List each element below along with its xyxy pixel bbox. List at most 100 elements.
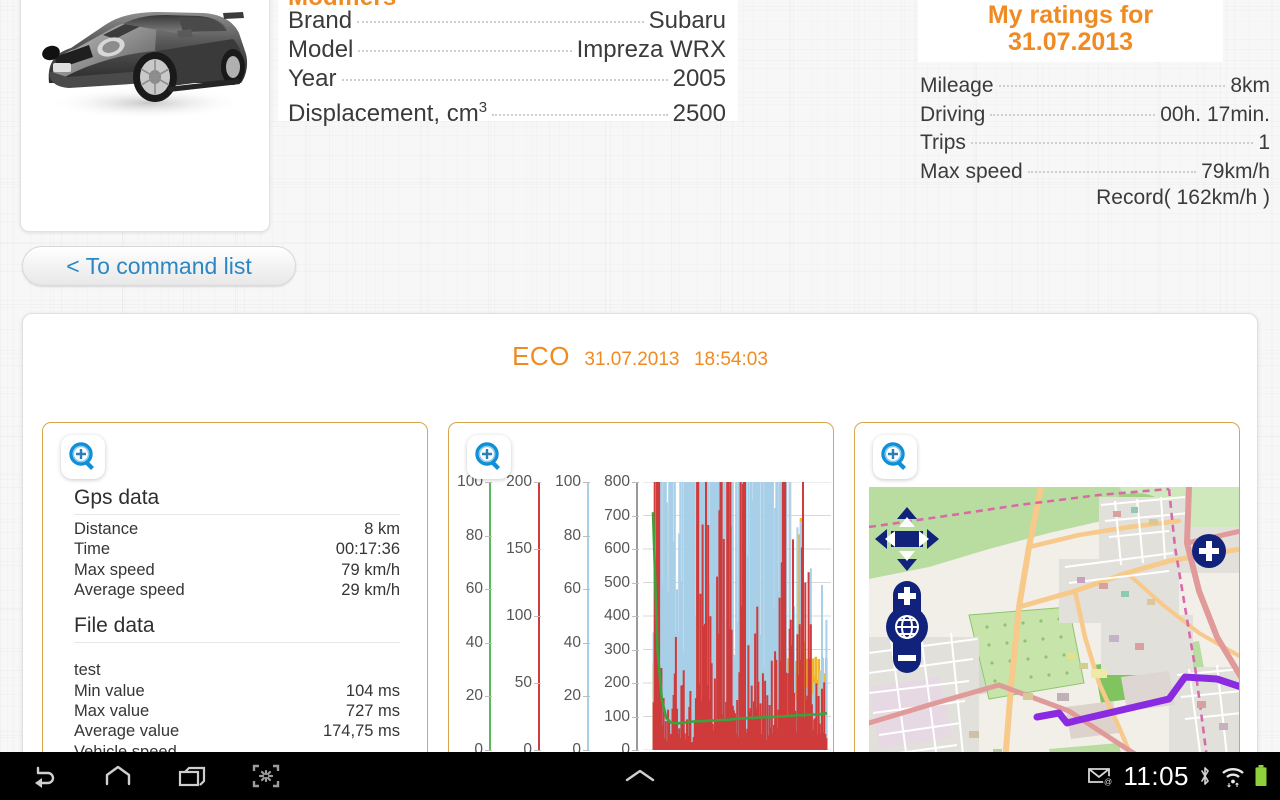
session-date: 31.07.2013 — [584, 349, 680, 370]
leader-dots — [970, 142, 1254, 144]
row-value: 8 km — [364, 520, 400, 538]
axis-tick-mark — [632, 482, 639, 483]
plus-circle-icon — [1192, 534, 1226, 568]
section-title-gps: Gps data — [74, 486, 160, 509]
map-zoom-controls[interactable] — [885, 581, 929, 673]
spec-row-model: Model Impreza WRX — [288, 35, 726, 64]
magnifier-glyph — [475, 442, 500, 470]
panel-chart: 0 20 40 60 80 100 0 50 100 150 200 0 20 40 60 80 100 0… — [448, 422, 834, 772]
magnifier-glyph — [881, 442, 906, 470]
axis-tick-mark — [583, 696, 590, 698]
rating-label: Driving — [920, 102, 986, 126]
map-plus-button[interactable] — [1191, 531, 1231, 571]
spec-row-year: Year 2005 — [288, 64, 726, 93]
home-glyph — [105, 765, 131, 786]
zoom-in-magnifier-icon[interactable] — [61, 435, 105, 479]
section-title-file: File data — [74, 613, 155, 637]
axis-tick-label: 150 — [506, 540, 532, 557]
chart-plot-area — [643, 482, 831, 750]
data-row-min-value: Min value 104 ms — [74, 681, 400, 701]
axis-tick-label: 20 — [563, 687, 581, 705]
leader-dots — [998, 85, 1226, 87]
ratings-list: Mileage 8km Driving 00h. 17min. Trips 1 … — [920, 72, 1270, 186]
rating-value: 00h. 17min. — [1160, 102, 1270, 126]
axis-tick-label: 20 — [465, 687, 483, 705]
spec-value: 2005 — [672, 65, 726, 92]
panel-gps-data: Gps data Distance 8 km Time 00:17:36 Max… — [42, 422, 428, 772]
chart-y-axis-1: 0 20 40 60 80 100 — [449, 473, 492, 758]
axis-tick-mark — [583, 642, 590, 644]
row-value: 727 ms — [345, 702, 400, 721]
axis-tick-label: 50 — [514, 674, 532, 691]
axis-tick-mark — [534, 549, 541, 550]
axis-line — [587, 482, 589, 750]
spec-superscript: 3 — [478, 99, 488, 116]
rating-value: 79km/h — [1201, 159, 1270, 183]
data-list: Gps data Distance 8 km Time 00:17:36 Max… — [74, 486, 400, 772]
chevron-up-icon[interactable] — [618, 759, 662, 793]
home-icon[interactable] — [96, 759, 140, 793]
row-label: Distance — [74, 520, 139, 538]
map-zoom-out-icon — [898, 655, 916, 661]
android-navigation-bar: @ 11:05 — [0, 752, 1280, 800]
leader-dots — [357, 21, 644, 23]
data-row-time: Time 00:17:36 — [74, 539, 400, 559]
screenshot-icon[interactable] — [244, 759, 288, 793]
zoom-in-magnifier-icon[interactable] — [873, 435, 917, 479]
row-value: 104 ms — [345, 681, 400, 700]
panel-map — [854, 422, 1240, 772]
axis-tick-label: 100 — [604, 707, 630, 725]
wifi-icon — [1222, 768, 1244, 788]
rating-value: 8km — [1230, 74, 1270, 97]
map-pan-dpad-icon[interactable] — [873, 505, 941, 573]
file-group-test: test — [74, 660, 101, 679]
data-row-average-value: Average value 174,75 ms — [74, 721, 400, 741]
bluetooth-icon — [1201, 767, 1209, 785]
screenshot-glyph — [252, 764, 280, 788]
axis-tick-label: 80 — [563, 526, 581, 544]
axis-tick-mark — [534, 616, 541, 617]
recent-apps-icon[interactable] — [170, 759, 214, 793]
row-label: Max value — [74, 702, 150, 721]
to-command-list-button[interactable]: < To command list — [22, 246, 296, 286]
data-row-max-speed: Max speed 79 km/h — [74, 560, 400, 580]
rating-row-mileage: Mileage 8km — [920, 72, 1270, 101]
rating-row-driving: Driving 00h. 17min. — [920, 101, 1270, 130]
leader-dots — [990, 113, 1156, 116]
axis-tick-label: 40 — [465, 633, 483, 651]
spec-label: Brand — [288, 7, 353, 34]
axis-tick-mark — [485, 750, 492, 751]
spec-value: 2500 — [672, 100, 726, 127]
axis-tick-label: 100 — [506, 607, 532, 624]
axis-tick-label: 60 — [563, 580, 581, 598]
axis-tick-mark — [632, 649, 639, 651]
axis-tick-label: 300 — [604, 640, 630, 658]
header-area: Modifiers Brand Subaru Model Impreza WRX… — [0, 0, 1280, 300]
magnifier-glyph — [69, 442, 94, 470]
chart-y-axis-3: 0 20 40 60 80 100 — [547, 473, 590, 758]
email-icon[interactable]: @ — [1088, 766, 1114, 786]
chart-series-svg — [643, 482, 831, 750]
zoom-in-magnifier-icon[interactable] — [467, 435, 511, 479]
axis-tick-labels: 0 20 40 60 80 100 — [449, 473, 492, 758]
axis-tick-label: 40 — [563, 633, 581, 651]
vehicle-photo-card — [20, 0, 270, 232]
spec-label: Year — [288, 65, 337, 92]
axis-tick-mark — [632, 750, 639, 751]
row-label: Max speed — [74, 560, 155, 579]
row-value: 29 km/h — [341, 581, 400, 600]
leader-dots — [1027, 170, 1197, 173]
row-value: 79 km/h — [341, 560, 400, 579]
rating-value: 1 — [1258, 131, 1270, 154]
axis-tick-mark — [583, 750, 590, 751]
session-header: ECO 31.07.2013 18:54:03 — [23, 341, 1257, 372]
vehicle-photo — [27, 0, 265, 141]
leader-dots — [492, 114, 668, 116]
to-command-list-label: < To command list — [66, 252, 252, 279]
rating-row-trips: Trips 1 — [920, 129, 1270, 158]
axis-tick-mark — [485, 696, 492, 698]
spec-value: Subaru — [648, 7, 726, 34]
back-arrow-icon[interactable] — [22, 759, 66, 793]
divider — [74, 641, 400, 643]
recents-glyph — [178, 766, 206, 787]
